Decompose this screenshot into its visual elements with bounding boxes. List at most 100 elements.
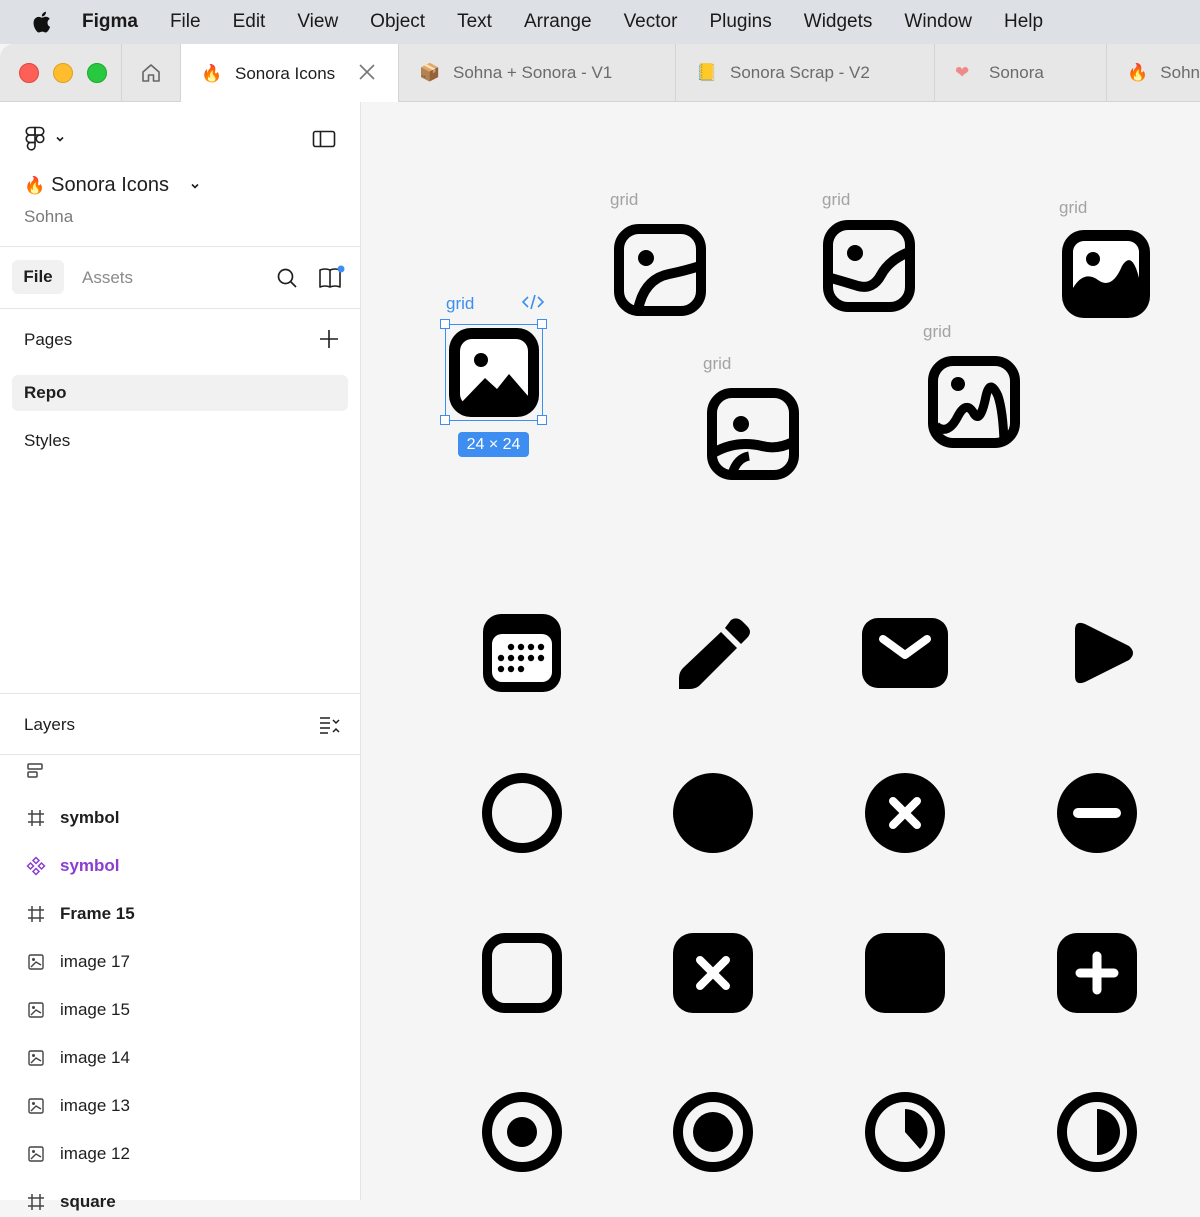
tab-sonora[interactable]: ❤ Sonora — [935, 44, 1107, 102]
project-emoji: 🔥 — [24, 175, 46, 195]
circle-minus-icon[interactable] — [1056, 772, 1138, 854]
layer-item[interactable]: symbol — [24, 851, 120, 881]
tab-sohna-sonora-v1[interactable]: 📦 Sohna + Sonora - V1 — [399, 44, 676, 102]
image-layer-icon — [24, 1000, 48, 1020]
file-tab[interactable]: File — [12, 260, 64, 294]
image-wave-icon[interactable] — [823, 220, 915, 312]
square-x-icon[interactable] — [672, 932, 754, 1014]
fire-icon: 🔥 — [1127, 63, 1149, 82]
menu-file[interactable]: File — [170, 11, 201, 33]
search-icon[interactable] — [276, 267, 298, 289]
tab-sonora-icons[interactable]: 🔥 Sonora Icons — [181, 44, 399, 103]
layer-name: image 13 — [60, 1096, 130, 1115]
square-plus-icon[interactable] — [1056, 932, 1138, 1014]
square-outline-icon[interactable] — [481, 932, 563, 1014]
frame-hash-icon — [24, 808, 48, 828]
menu-bar: Figma File Edit View Object Text Arrange… — [0, 0, 1200, 44]
layer-name: image 14 — [60, 1048, 130, 1067]
page-item-styles[interactable]: Styles — [12, 423, 348, 459]
minimize-window-button[interactable] — [53, 63, 73, 83]
project-title: Sonora Icons — [51, 174, 170, 196]
image-layer-icon — [24, 1048, 48, 1068]
tab-sonora-scrap-v2[interactable]: 📒 Sonora Scrap - V2 — [676, 44, 935, 102]
tab-label: Sohn — [1160, 63, 1200, 82]
resize-handle[interactable] — [537, 415, 547, 425]
image-layer-icon — [24, 1144, 48, 1164]
layer-item[interactable]: image 14 — [24, 1043, 130, 1073]
resize-handle[interactable] — [537, 319, 547, 329]
resize-handle[interactable] — [440, 319, 450, 329]
menu-edit[interactable]: Edit — [233, 11, 266, 33]
design-canvas[interactable]: grid grid grid grid grid grid 24 × 24 — [361, 102, 1200, 1200]
divider — [0, 693, 361, 694]
layer-item[interactable]: image 13 — [24, 1091, 130, 1121]
fire-icon: 🔥 — [201, 63, 223, 83]
page-item-repo[interactable]: Repo — [12, 375, 348, 411]
tab-sohn[interactable]: 🔥 Sohn — [1107, 44, 1200, 102]
divider — [0, 754, 361, 755]
home-tab[interactable] — [121, 44, 181, 102]
menu-app-name[interactable]: Figma — [82, 11, 138, 33]
tab-label: Sohna + Sonora - V1 — [453, 63, 613, 82]
play-icon[interactable] — [1071, 620, 1135, 686]
circle-outline-icon[interactable] — [481, 772, 563, 854]
resize-handle[interactable] — [440, 415, 450, 425]
menu-help[interactable]: Help — [1004, 11, 1043, 33]
circle-filled-icon[interactable] — [672, 772, 754, 854]
image-arch-icon[interactable] — [928, 356, 1020, 448]
divider — [0, 246, 361, 247]
menu-view[interactable]: View — [297, 11, 338, 33]
radio-small-dot-icon[interactable] — [481, 1091, 563, 1173]
code-icon[interactable] — [521, 292, 545, 312]
layer-name: Frame 15 — [60, 904, 135, 923]
zoom-window-button[interactable] — [87, 63, 107, 83]
layer-item[interactable]: symbol — [24, 803, 120, 833]
frame-label[interactable]: grid — [1059, 198, 1087, 218]
menu-arrange[interactable]: Arrange — [524, 11, 592, 33]
toggle-sidebar-icon[interactable] — [312, 130, 336, 148]
image-hills-icon[interactable] — [1060, 228, 1152, 320]
menu-widgets[interactable]: Widgets — [804, 11, 873, 33]
image-curve-icon[interactable] — [614, 224, 706, 316]
calendar-icon[interactable] — [481, 612, 563, 694]
frame-label[interactable]: grid — [822, 190, 850, 210]
frame-label[interactable]: grid — [610, 190, 638, 210]
close-window-button[interactable] — [19, 63, 39, 83]
layer-item[interactable]: square — [24, 1187, 116, 1217]
menu-window[interactable]: Window — [904, 11, 972, 33]
project-name[interactable]: 🔥 Sonora Icons — [24, 174, 201, 197]
chevron-down-icon — [56, 136, 64, 142]
half-circle-icon[interactable] — [1056, 1091, 1138, 1173]
assets-tab[interactable]: Assets — [82, 268, 133, 288]
close-tab-icon[interactable] — [356, 61, 378, 83]
layer-item[interactable]: image 15 — [24, 995, 130, 1025]
layer-item[interactable]: image 12 — [24, 1139, 130, 1169]
main-menu-button[interactable] — [24, 126, 66, 152]
pie-quarter-icon[interactable] — [864, 1091, 946, 1173]
tab-bar: 🔥 Sonora Icons 📦 Sohna + Sonora - V1 📒 S… — [0, 44, 1200, 103]
menu-vector[interactable]: Vector — [624, 11, 678, 33]
pencil-icon[interactable] — [675, 614, 753, 692]
layer-item[interactable]: Frame 15 — [24, 899, 135, 929]
note-icon: 📒 — [696, 63, 718, 82]
collapse-layers-icon[interactable] — [318, 714, 342, 736]
square-filled-icon[interactable] — [864, 932, 946, 1014]
library-book-icon[interactable] — [318, 265, 346, 291]
layers-title: Layers — [24, 715, 76, 734]
menu-object[interactable]: Object — [370, 11, 425, 33]
image-slope-icon[interactable] — [707, 388, 799, 480]
chevron-down-icon — [191, 183, 199, 189]
menu-text[interactable]: Text — [457, 11, 492, 33]
radio-large-dot-icon[interactable] — [672, 1091, 754, 1173]
add-page-icon[interactable] — [318, 328, 340, 350]
mail-icon[interactable] — [861, 617, 949, 689]
circle-x-icon[interactable] — [864, 772, 946, 854]
selected-frame-label[interactable]: grid — [446, 294, 474, 314]
apple-logo-icon[interactable] — [30, 10, 52, 34]
frame-label[interactable]: grid — [923, 322, 951, 342]
layer-item[interactable]: image 17 — [24, 947, 130, 977]
menu-plugins[interactable]: Plugins — [709, 11, 771, 33]
home-icon — [142, 64, 160, 82]
team-name[interactable]: Sohna — [24, 207, 73, 227]
frame-label[interactable]: grid — [703, 354, 731, 374]
